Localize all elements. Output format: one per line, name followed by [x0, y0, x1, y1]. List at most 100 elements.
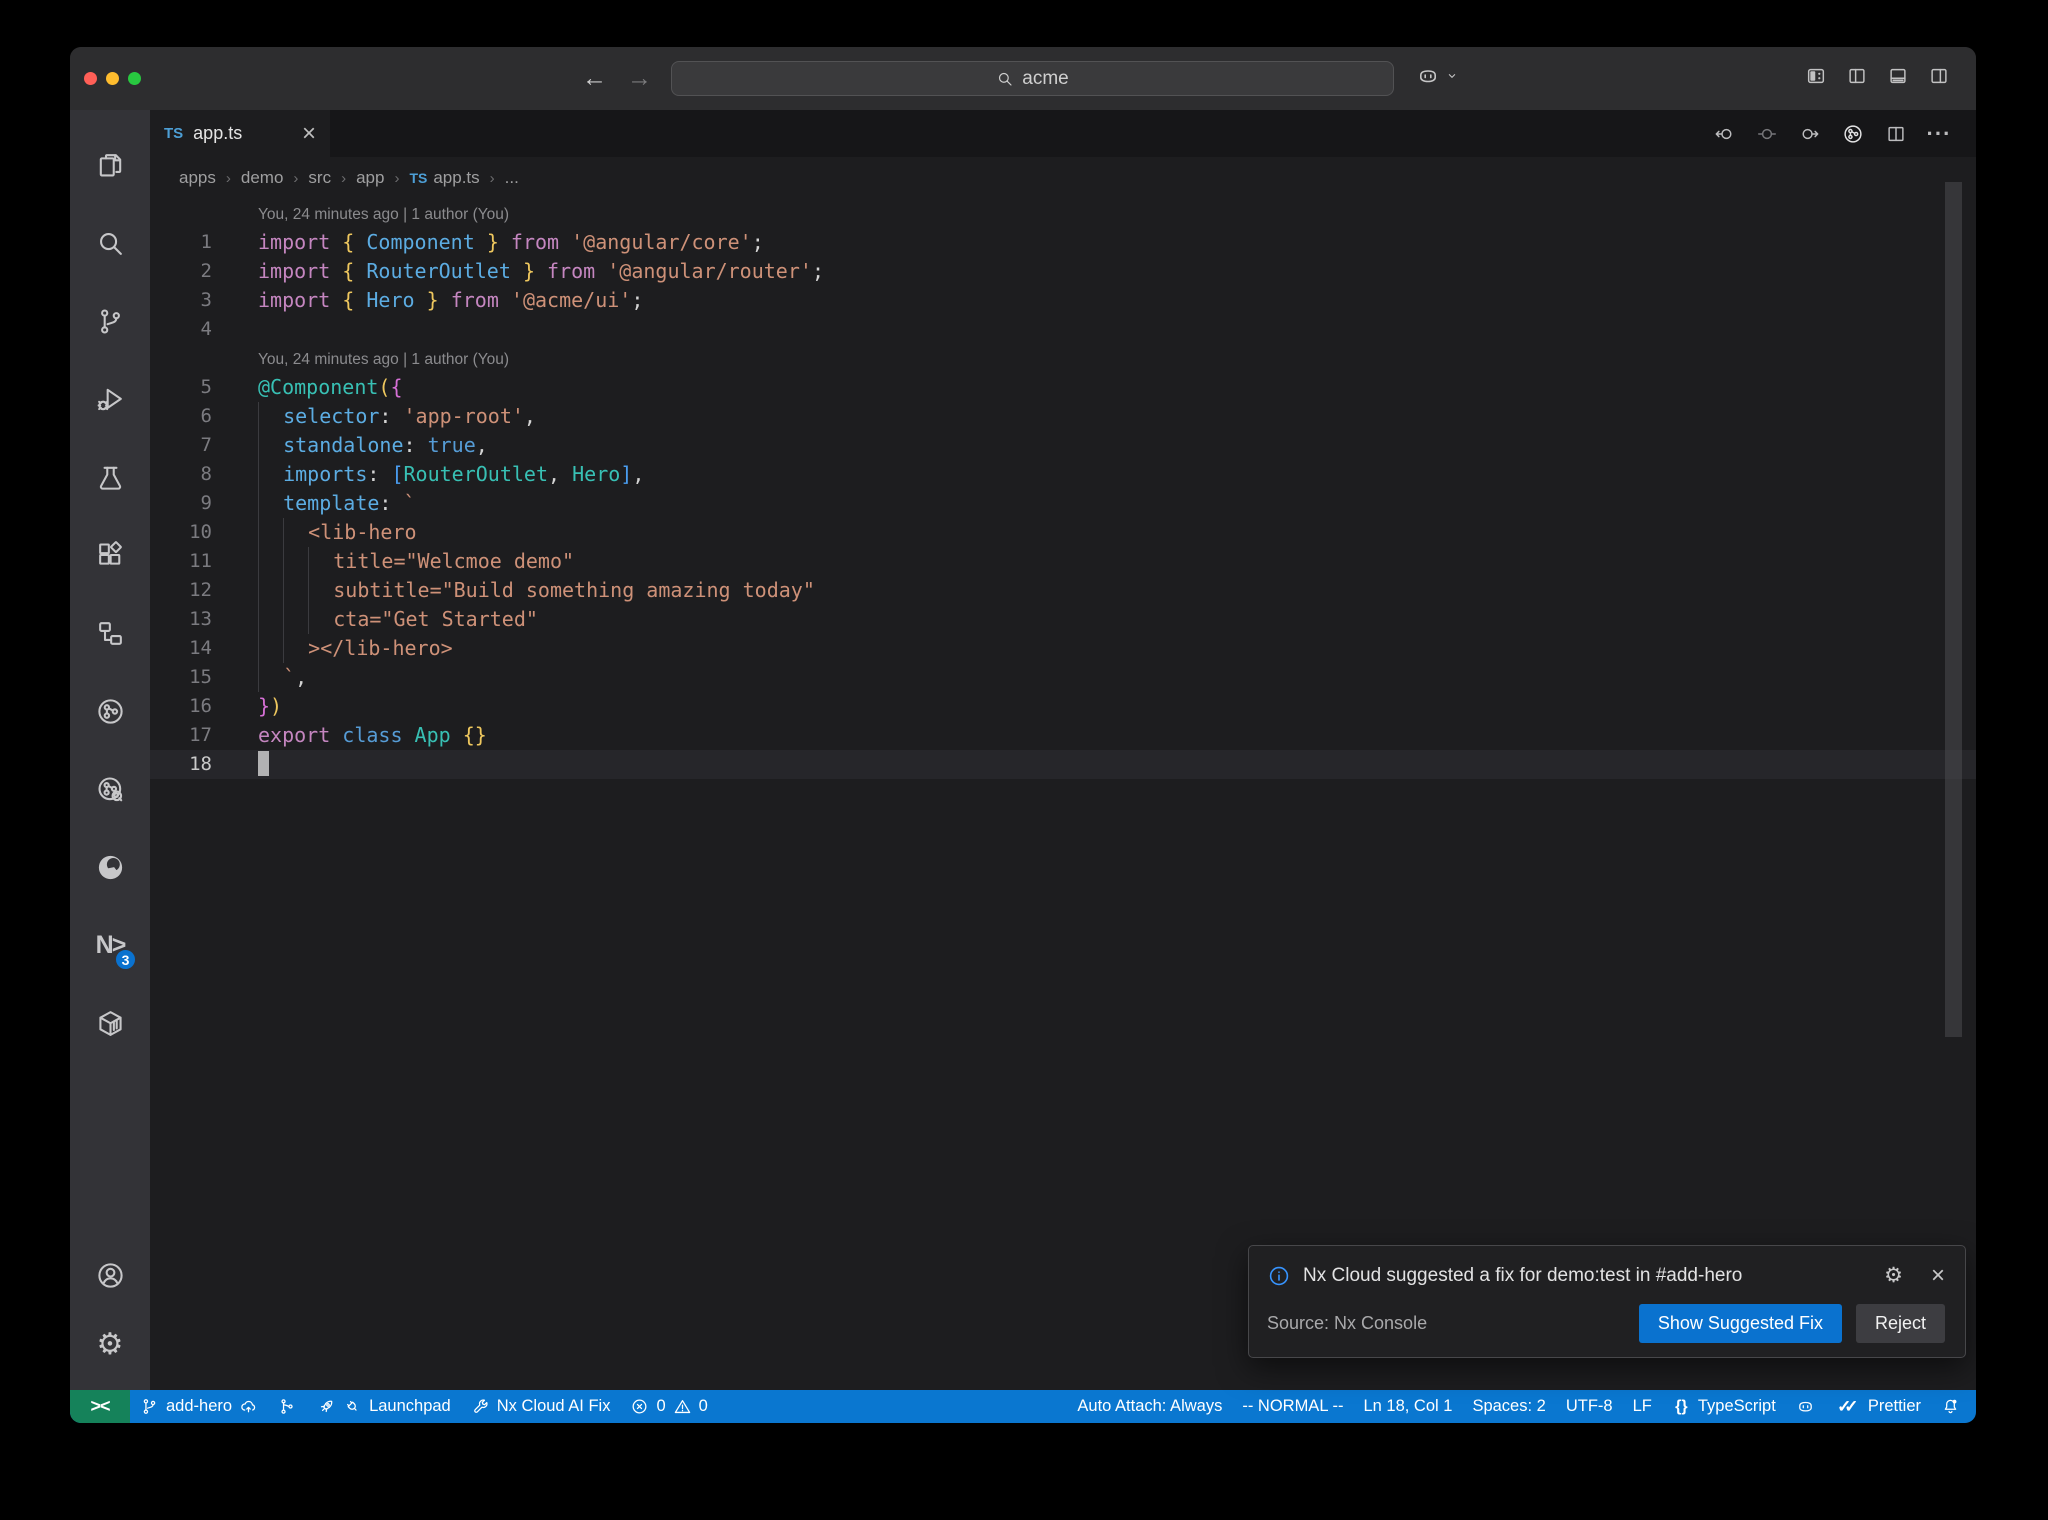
line-number: 7 — [200, 434, 212, 456]
toggle-panel-icon[interactable] — [1887, 65, 1909, 87]
indent-guide — [308, 547, 333, 576]
indent-guide — [258, 576, 283, 605]
line-number: 8 — [200, 463, 212, 485]
search-value: acme — [1022, 67, 1069, 89]
activity-item-project-hierarchy[interactable] — [70, 594, 150, 672]
files-icon — [95, 150, 126, 181]
activity-bar-bottom: ⚙ — [70, 1240, 150, 1390]
search-icon — [996, 70, 1014, 88]
copilot-menu[interactable] — [1416, 64, 1460, 88]
status-item-copilot-status[interactable] — [1786, 1390, 1825, 1423]
show-suggested-fix-button[interactable]: Show Suggested Fix — [1638, 1304, 1842, 1343]
status-item-nx-cloud-ai-fix[interactable]: Nx Cloud AI Fix — [461, 1390, 621, 1423]
activity-item-nx-console[interactable] — [70, 672, 150, 750]
code-area[interactable]: You, 24 minutes ago | 1 author (You) 1 imp… — [150, 199, 1976, 1390]
tab-app-ts[interactable]: TS app.ts × — [150, 110, 330, 157]
activity-item-source-control[interactable] — [70, 282, 150, 360]
line-number: 12 — [189, 579, 212, 601]
activity-item-search[interactable] — [70, 204, 150, 282]
activity-item-accounts[interactable] — [70, 1240, 150, 1310]
go-back-icon[interactable]: ← — [582, 61, 607, 95]
activity-item-nx[interactable]: N> 3 — [70, 906, 150, 984]
status-item-git-branch-publish[interactable]: add-hero — [130, 1390, 268, 1423]
more-actions-button[interactable]: ··· — [1927, 121, 1951, 146]
status-item-git-graph[interactable] — [268, 1390, 307, 1423]
typescript-file-icon: TS — [409, 170, 428, 186]
nav-forward-icon — [1799, 123, 1821, 145]
status-item-encoding[interactable]: UTF-8 — [1556, 1390, 1623, 1423]
activity-item-run-and-debug[interactable] — [70, 360, 150, 438]
indent-guide — [308, 576, 333, 605]
zoom-window-button[interactable] — [128, 72, 141, 85]
activity-item-testing[interactable] — [70, 438, 150, 516]
toggle-secondary-sidebar-icon[interactable] — [1928, 65, 1950, 87]
breadcrumb-item[interactable]: TS app.ts — [409, 168, 479, 188]
wrench-icon — [471, 1397, 490, 1416]
status-item-indentation[interactable]: Spaces: 2 — [1462, 1390, 1555, 1423]
status-item-cursor-position[interactable]: Ln 18, Col 1 — [1353, 1390, 1462, 1423]
nav-back-button[interactable] — [1713, 123, 1735, 145]
bell-dot-icon — [1941, 1397, 1960, 1416]
status-item-vim-mode[interactable]: -- NORMAL -- — [1232, 1390, 1353, 1423]
split-editor-button[interactable] — [1885, 123, 1907, 145]
breadcrumb-item[interactable]: apps — [179, 168, 216, 188]
activity-item-explorer[interactable] — [70, 126, 150, 204]
indent-guide — [258, 547, 283, 576]
status-bar: >< add-hero Launchpad Nx Cloud AI Fix 0 0 Au… — [70, 1390, 1976, 1423]
go-forward-icon[interactable]: → — [627, 61, 652, 95]
customize-layout-icon[interactable] — [1805, 65, 1827, 87]
remote-indicator[interactable]: >< — [70, 1390, 130, 1423]
notification-title: Nx Cloud suggested a fix for demo:test i… — [1303, 1265, 1743, 1286]
toggle-primary-sidebar-icon[interactable] — [1846, 65, 1868, 87]
codelens-text[interactable]: You, 24 minutes ago | 1 author (You) — [258, 199, 1976, 228]
status-item-launchpad[interactable]: Launchpad — [307, 1390, 461, 1423]
chevron-right-icon: › — [225, 169, 231, 187]
status-item-auto-attach[interactable]: Auto Attach: Always — [1067, 1390, 1232, 1423]
minimize-window-button[interactable] — [106, 72, 119, 85]
activity-item-containers[interactable] — [70, 984, 150, 1062]
status-item-eol[interactable]: LF — [1623, 1390, 1662, 1423]
copilot-icon — [1416, 64, 1440, 88]
activity-item-nx-cloud[interactable] — [70, 750, 150, 828]
line-number: 9 — [200, 492, 212, 514]
activity-item-edge-devtools[interactable] — [70, 828, 150, 906]
close-window-button[interactable] — [84, 72, 97, 85]
line-number: 2 — [200, 260, 212, 282]
nx-run-button[interactable] — [1842, 123, 1864, 145]
activity-item-settings[interactable]: ⚙ — [70, 1310, 150, 1380]
status-item-formatter[interactable]: ✓✓ Prettier — [1825, 1390, 1931, 1423]
indent-guide — [258, 431, 283, 460]
activity-item-extensions[interactable] — [70, 516, 150, 594]
indent-guide — [283, 605, 308, 634]
git-graph-icon — [278, 1397, 297, 1416]
status-item-problems[interactable]: 00 — [620, 1390, 717, 1423]
breadcrumb-item[interactable]: app — [356, 168, 384, 188]
git-branch-icon — [140, 1397, 159, 1416]
breadcrumb-item[interactable]: src — [308, 168, 331, 188]
nav-circle-icon — [1756, 123, 1778, 145]
command-center-search[interactable]: acme — [671, 61, 1394, 96]
code-lines: You, 24 minutes ago | 1 author (You) 1 imp… — [150, 199, 1976, 779]
status-item-notifications[interactable] — [1931, 1390, 1970, 1423]
code-line: 2 import { RouterOutlet } from '@angular/… — [150, 257, 1976, 286]
breadcrumb-item[interactable]: ... — [505, 168, 519, 188]
editor-scrollbar[interactable] — [1945, 182, 1962, 1037]
nav-current-button[interactable] — [1756, 123, 1778, 145]
activity-bar-top: N> 3 — [70, 126, 150, 1062]
indent-guide — [258, 663, 283, 692]
status-item-language-mode[interactable]: {} TypeScript — [1662, 1390, 1786, 1423]
close-tab-icon[interactable]: × — [302, 121, 316, 146]
copilot-icon — [1796, 1397, 1815, 1416]
indent-guide — [258, 634, 283, 663]
breadcrumb-item[interactable]: demo — [241, 168, 284, 188]
code-line: 15 `, — [150, 663, 1976, 692]
indent-guide — [283, 518, 308, 547]
line-number: 15 — [189, 666, 212, 688]
reject-button[interactable]: Reject — [1855, 1304, 1945, 1343]
split-icon — [1885, 123, 1907, 145]
notification-close-icon[interactable]: × — [1931, 1264, 1945, 1288]
notification-settings-icon[interactable]: ⚙ — [1884, 1261, 1903, 1291]
line-number: 14 — [189, 637, 212, 659]
codelens-text[interactable]: You, 24 minutes ago | 1 author (You) — [258, 344, 1976, 373]
nav-forward-button[interactable] — [1799, 123, 1821, 145]
